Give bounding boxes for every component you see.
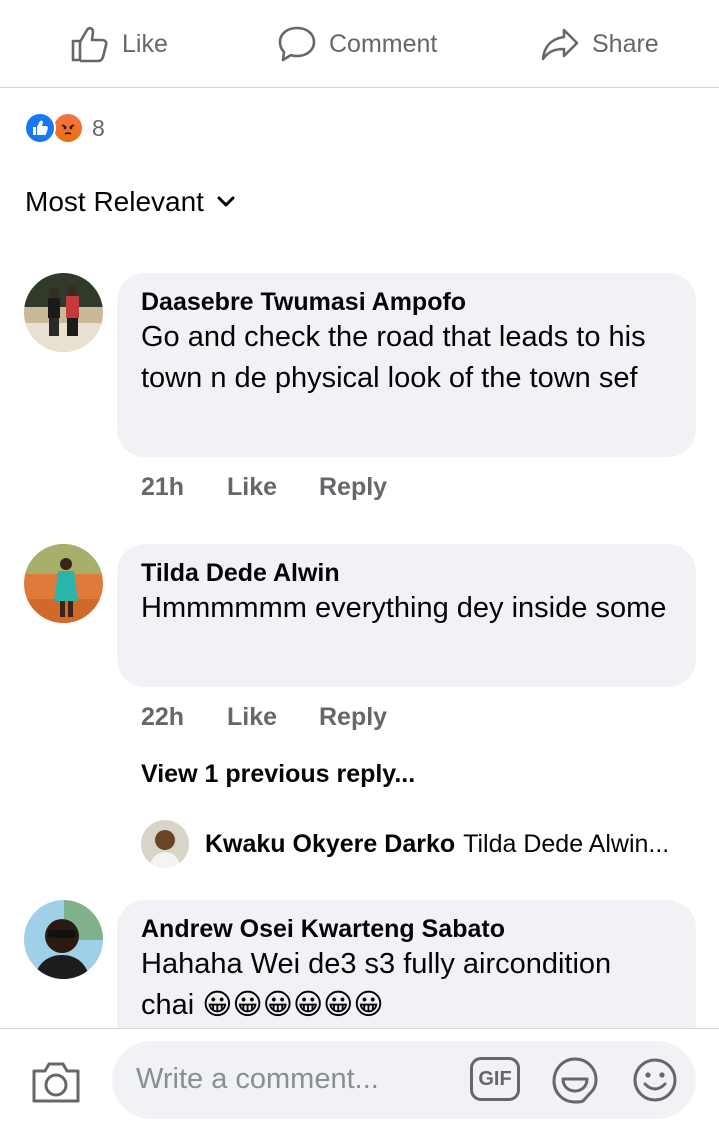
share-arrow-icon [541, 28, 579, 61]
comment-sort-dropdown[interactable]: Most Relevant [25, 186, 236, 218]
sort-label: Most Relevant [25, 186, 204, 217]
like-label: Like [122, 29, 168, 58]
sticker-icon[interactable] [550, 1055, 600, 1105]
comment-text: Hahaha Wei de3 s3 fully aircondition cha… [141, 948, 612, 1021]
chevron-down-icon [217, 196, 235, 207]
avatar[interactable] [141, 820, 189, 868]
avatar[interactable] [24, 900, 103, 979]
like-reaction-icon [24, 112, 56, 144]
comment-icon [278, 26, 316, 62]
comment-reply-link[interactable]: Reply [319, 473, 387, 502]
angry-reaction-icon [52, 112, 84, 144]
share-label: Share [592, 29, 659, 58]
like-button[interactable]: Like [70, 22, 168, 66]
view-previous-replies-link[interactable]: View 1 previous reply... [141, 760, 415, 789]
emoji-icon[interactable] [630, 1055, 680, 1105]
comment-author[interactable]: Andrew Osei Kwarteng Sabato [141, 914, 672, 944]
comment-text: Go and check the road that leads to his … [141, 321, 646, 394]
comment-button[interactable]: Comment [277, 22, 437, 66]
comment-author[interactable]: Daasebre Twumasi Ampofo [141, 287, 672, 317]
comment-like-link[interactable]: Like [227, 703, 319, 732]
avatar[interactable] [24, 273, 103, 352]
reply-preview[interactable]: Kwaku Okyere Darko Tilda Dede Alwin... [141, 820, 669, 868]
comment-bubble[interactable]: Tilda Dede Alwin Hmmmmmm everything dey … [117, 544, 696, 687]
post-action-bar: Like Comment Share [0, 0, 719, 88]
comment-label: Comment [329, 29, 438, 58]
reply-text: Tilda Dede Alwin... [463, 829, 670, 858]
camera-icon[interactable] [30, 1059, 82, 1105]
comment-bubble[interactable]: Daasebre Twumasi Ampofo Go and check the… [117, 273, 696, 457]
thumbs-up-icon [71, 26, 108, 63]
reply-author[interactable]: Kwaku Okyere Darko [205, 830, 455, 859]
comment-like-link[interactable]: Like [227, 473, 319, 502]
comment-timestamp[interactable]: 22h [141, 703, 227, 732]
comment-meta: 22h Like Reply [141, 703, 387, 732]
comment-input-placeholder: Write a comment... [136, 1063, 379, 1095]
comment-reply-link[interactable]: Reply [319, 703, 387, 732]
comment-author[interactable]: Tilda Dede Alwin [141, 558, 672, 588]
comment-meta: 21h Like Reply [141, 473, 387, 502]
comment-composer: Write a comment... GIF [0, 1028, 719, 1125]
reaction-count: 8 [92, 114, 105, 141]
comment-timestamp[interactable]: 21h [141, 473, 227, 502]
share-button[interactable]: Share [540, 22, 659, 66]
comment-text: Hmmmmmm everything dey inside some [141, 592, 667, 624]
reactions-summary[interactable]: 8 [24, 112, 105, 144]
comment-input[interactable]: Write a comment... GIF [112, 1041, 696, 1119]
gif-button[interactable]: GIF [470, 1057, 520, 1101]
avatar[interactable] [24, 544, 103, 623]
